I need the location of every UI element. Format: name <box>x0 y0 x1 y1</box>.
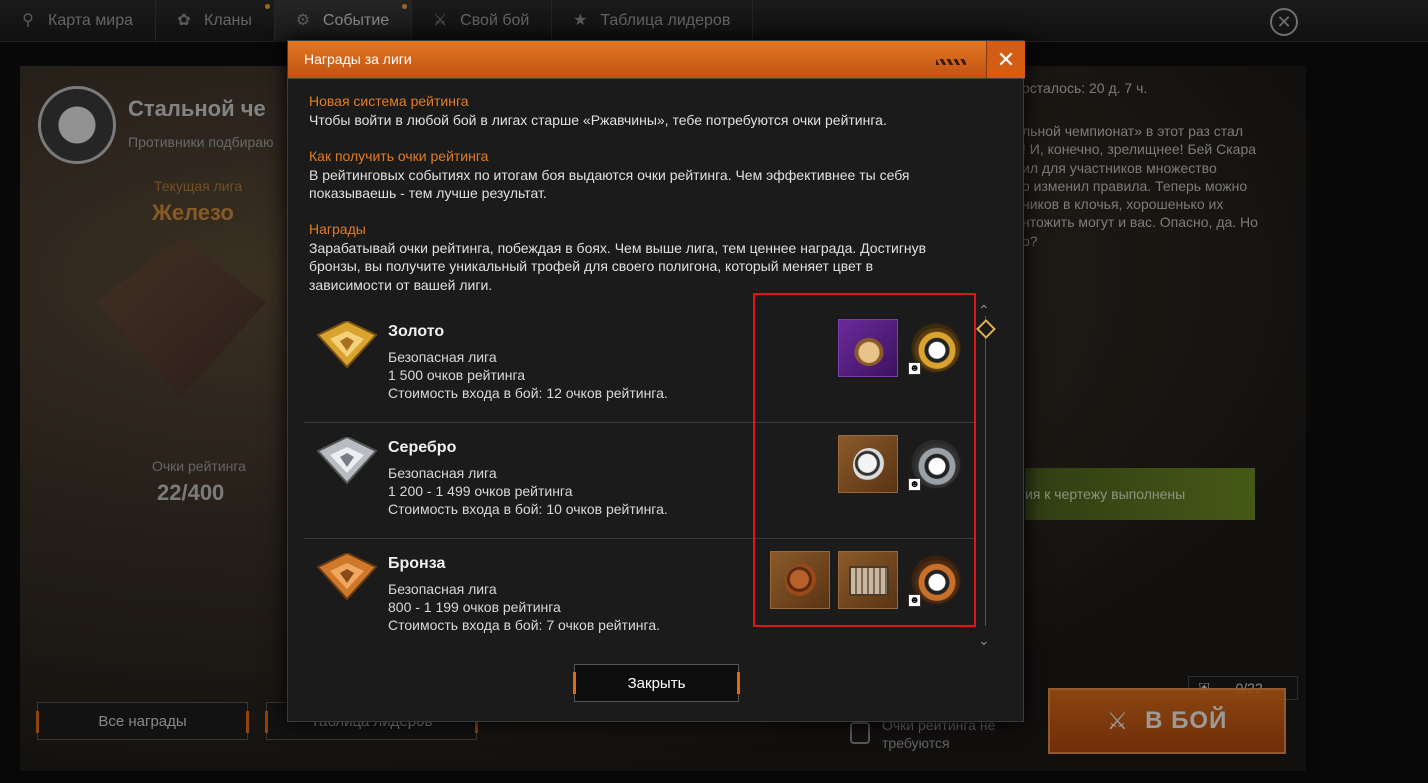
gold-league-icon <box>316 321 378 369</box>
league-safe: Безопасная лига <box>388 465 497 481</box>
league-name: Серебро <box>388 439 457 456</box>
league-points: 1 500 очков рейтинга <box>388 367 526 383</box>
rewards-highlight-box <box>753 293 976 627</box>
scroll-up-icon[interactable]: ⌃ <box>978 302 990 319</box>
league-name: Бронза <box>388 555 446 572</box>
league-cost: Стоимость входа в бой: 7 очков рейтинга. <box>388 617 660 633</box>
close-button[interactable]: Закрыть <box>573 664 740 702</box>
text-line: Зарабатывай очки рейтинга, побеждая в бо… <box>309 240 927 256</box>
silver-league-icon <box>316 437 378 485</box>
modal-close-icon[interactable]: ✕ <box>986 41 1025 78</box>
scroll-down-icon[interactable]: ⌄ <box>978 632 990 649</box>
text-line: показываешь - тем лучше результат. <box>309 185 547 202</box>
text-line: В рейтинговых событиях по итогам боя выд… <box>309 167 910 183</box>
section-text: Чтобы войти в любой бой в лигах старше «… <box>309 112 887 128</box>
league-cost: Стоимость входа в бой: 12 очков рейтинга… <box>388 385 668 401</box>
league-points: 800 - 1 199 очков рейтинга <box>388 599 561 615</box>
league-points: 1 200 - 1 499 очков рейтинга <box>388 483 573 499</box>
section-heading: Новая система рейтинга <box>309 93 469 109</box>
league-cost: Стоимость входа в бой: 10 очков рейтинга… <box>388 501 668 517</box>
header-stripes-decoration <box>936 59 966 65</box>
league-safe: Безопасная лига <box>388 349 497 365</box>
section-heading: Награды <box>309 221 366 237</box>
section-heading: Как получить очки рейтинга <box>309 148 489 164</box>
header-divider <box>288 78 1025 79</box>
text-line: зависимости от вашей лиги. <box>309 276 493 293</box>
section-text: Зарабатывай очки рейтинга, побеждая в бо… <box>309 239 1009 294</box>
section-text: В рейтинговых событиях по итогам боя выд… <box>309 166 1009 203</box>
bronze-league-icon <box>316 553 378 601</box>
text-line: бронзы, вы получите уникальный трофей дл… <box>309 258 874 275</box>
modal-header: Награды за лиги ✕ <box>288 41 1025 78</box>
scrollbar-track[interactable] <box>985 316 986 626</box>
modal-title: Награды за лиги <box>304 51 412 67</box>
league-safe: Безопасная лига <box>388 581 497 597</box>
league-name: Золото <box>388 323 445 340</box>
